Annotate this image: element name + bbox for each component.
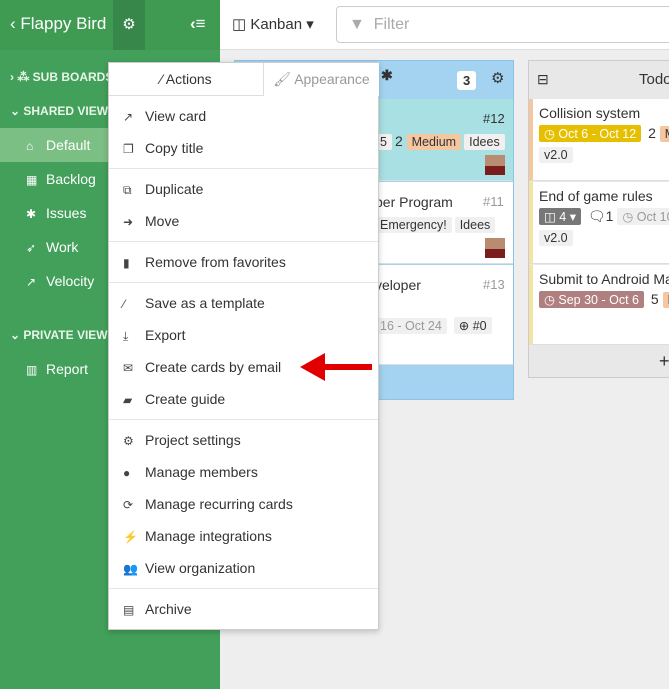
menu-item-save-template[interactable]: ⁄ Save as a template — [109, 287, 378, 319]
bookmark-icon: ▮ — [123, 256, 130, 270]
refresh-icon: ⟳ — [123, 498, 134, 512]
menu-item-copy-title[interactable]: ❐ Copy title — [109, 132, 378, 164]
private-views-section[interactable]: ⌄ PRIVATE VIEWS — [10, 328, 116, 342]
tab-actions[interactable]: ⁄ Actions — [109, 63, 263, 96]
copy-icon: ❐ — [123, 142, 134, 156]
menu-item-remove-favorites[interactable]: ▮ Remove from favorites — [109, 246, 378, 278]
external-link-icon: ↗ — [123, 110, 134, 124]
menu-item-duplicate[interactable]: ⧉ Duplicate — [109, 173, 378, 205]
board-column-todo: ⊟ Todo Collision system ◷ Oct 6 - Oct 12… — [528, 60, 669, 378]
bar-chart-icon: ▥ — [26, 363, 38, 377]
line-chart-icon: ↗ — [26, 275, 37, 289]
user-icon: ● — [123, 466, 131, 480]
top-bar: ◫ Kanban ▾ ▼ Filter — [220, 0, 669, 50]
grid-icon: ▦ — [26, 173, 38, 187]
filter-icon: ▼ — [349, 16, 370, 33]
filter-input[interactable]: ▼ Filter — [336, 6, 669, 43]
menu-item-view-organization[interactable]: 👥 View organization — [109, 552, 378, 584]
card[interactable]: End of game rules ◫ 4 ▾ 🗨1 ◷ Oct 10 - v2… — [529, 182, 669, 264]
shared-views-section[interactable]: ⌄ SHARED VIEWS — [10, 104, 116, 118]
menu-item-view-card[interactable]: ↗ View card — [109, 100, 378, 132]
red-arrow-annotation — [300, 353, 372, 381]
plug-icon: ⚡ — [123, 530, 138, 544]
arrow-right-icon: ➜ — [123, 215, 134, 229]
home-icon: ⌂ — [26, 139, 34, 153]
board-settings-button[interactable]: ⚙ — [113, 0, 145, 50]
book-icon: ▰ — [123, 393, 133, 407]
menu-item-move[interactable]: ➜ Move — [109, 205, 378, 237]
gear-icon: ⚙ — [122, 16, 136, 33]
board-actions-menu: ⁄ Actions 🖌 Appearance ↗ View card ❐ Copy … — [108, 62, 379, 630]
users-icon: 👥 — [123, 562, 138, 576]
sub-boards-section[interactable]: › ⁂ SUB BOARDS — [10, 70, 113, 84]
avatar — [485, 155, 505, 175]
menu-item-recurring-cards[interactable]: ⟳ Manage recurring cards — [109, 488, 378, 520]
brush-icon: 🖌 — [273, 71, 295, 87]
card[interactable]: Collision system ◷ Oct 6 - Oct 12 2 Me v… — [529, 99, 669, 181]
column-gear-icon[interactable]: ⚙ — [491, 69, 504, 87]
column-title: ✱ — [381, 67, 393, 83]
collapse-column-icon[interactable]: ⊟ — [537, 71, 549, 88]
card[interactable]: Submit to Android Ma ◷ Sep 30 - Oct 6 5 … — [529, 265, 669, 345]
collapse-sidebar-button[interactable]: ‹≡ — [190, 14, 206, 34]
back-icon: ‹ — [10, 14, 21, 33]
columns-icon: ◫ — [232, 16, 251, 33]
card-count-badge: 3 — [457, 71, 477, 90]
comments-icon: 🗨 — [587, 208, 606, 224]
magic-wand-icon: ⁄ — [123, 297, 126, 311]
menu-item-integrations[interactable]: ⚡ Manage integrations — [109, 520, 378, 552]
gears-icon: ⚙ — [123, 434, 134, 448]
view-selector[interactable]: ◫ Kanban ▾ — [232, 15, 314, 33]
envelope-icon: ✉ — [123, 361, 134, 375]
download-icon: ⤓ — [123, 329, 129, 343]
archive-icon: ▤ — [123, 603, 135, 617]
menu-item-archive[interactable]: ▤ Archive — [109, 593, 378, 625]
tab-appearance[interactable]: 🖌 Appearance — [263, 63, 379, 96]
duplicate-icon: ⧉ — [123, 183, 132, 197]
column-title: Todo — [639, 71, 669, 88]
board-title-button[interactable]: ‹ Flappy Bird — [10, 14, 106, 34]
menu-item-manage-members[interactable]: ● Manage members — [109, 456, 378, 488]
bug-icon: ✱ — [26, 207, 37, 221]
add-card-button[interactable]: + — [659, 351, 669, 372]
menu-item-export[interactable]: ⤓ Export — [109, 319, 378, 351]
rocket-icon: ➶ — [26, 241, 37, 255]
avatar — [485, 238, 505, 258]
menu-item-project-settings[interactable]: ⚙ Project settings — [109, 424, 378, 456]
menu-item-create-guide[interactable]: ▰ Create guide — [109, 383, 378, 415]
